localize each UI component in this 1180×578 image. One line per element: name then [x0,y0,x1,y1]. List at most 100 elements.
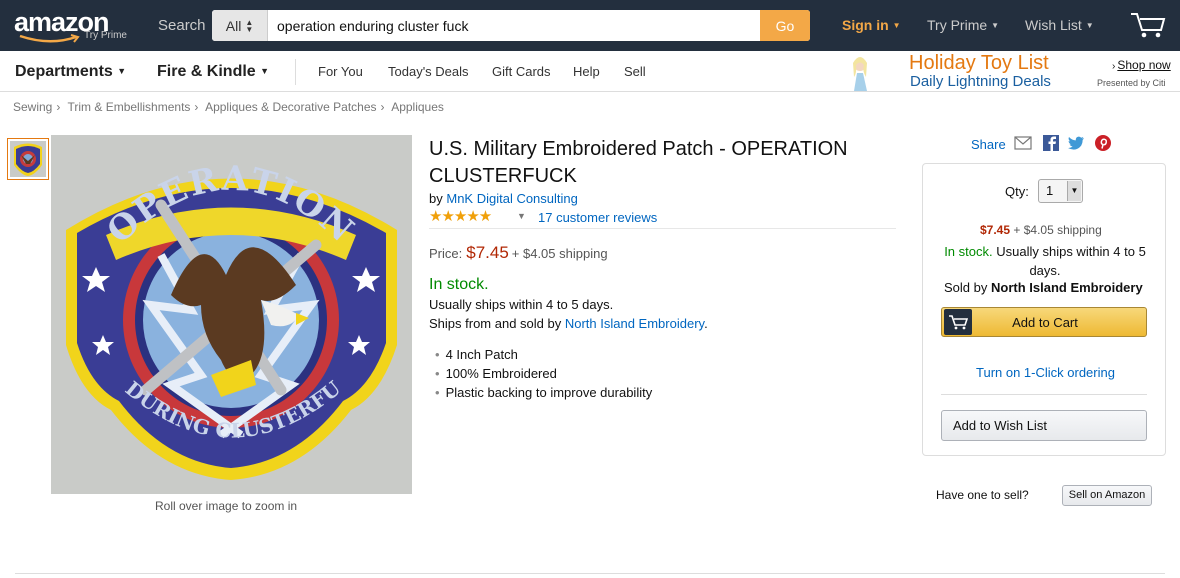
ships-from: Ships from and sold by North Island Embr… [429,316,708,331]
breadcrumb-item[interactable]: Appliques & Decorative Patches [205,100,376,114]
patch-illustration: OPERATION ENDURING CLUSTERFUCK [42,116,412,494]
ships-from-suffix: . [704,316,708,331]
chevron-down-icon: ▼ [260,66,270,76]
zoom-hint: Roll over image to zoom in [155,499,298,513]
breadcrumb-item[interactable]: Trim & Embellishments [67,100,190,114]
departments-label: Departments [15,63,113,80]
separator-icon: › [380,100,385,114]
sold-by-label: Sold by [944,280,988,295]
feature-bullet: 100% Embroidered [435,364,652,383]
twitter-icon[interactable] [1067,135,1085,151]
buybox-availability: In stock. Usually ships within 4 to 5 da… [935,242,1155,280]
amazon-logo[interactable]: amazon Try Prime [14,7,134,45]
ships-from-prefix: Ships from and sold by [429,316,562,331]
share-label: Share [971,137,1006,152]
top-nav-bar: amazon Try Prime Search All ▲▼ Go Sign i… [0,0,1180,51]
search-input[interactable] [270,10,760,41]
add-to-cart-label: Add to Cart [1012,314,1078,330]
departments-menu[interactable]: Departments ▼ [15,63,126,81]
cart-icon[interactable] [1129,10,1167,40]
brand-line: by MnK Digital Consulting [429,191,578,206]
divider [15,573,1165,574]
chevron-down-icon[interactable]: ▼ [517,211,526,221]
shop-now-link[interactable]: › Shop now [1112,58,1171,72]
doll-image[interactable] [840,51,880,91]
buybox-ships-text: Usually ships within 4 to 5 days. [996,244,1146,278]
promo-subtitle[interactable]: Daily Lightning Deals [910,73,1051,90]
sell-on-amazon-button[interactable]: Sell on Amazon [1062,485,1152,506]
have-one-to-sell: Have one to sell? [936,488,1029,502]
customer-reviews-link[interactable]: 17 customer reviews [538,210,657,225]
nav-link-sell[interactable]: Sell [624,64,646,79]
facebook-icon[interactable] [1042,135,1060,151]
breadcrumb: Sewing › Trim & Embellishments › Appliques… [13,100,444,114]
search-go-button[interactable]: Go [760,10,810,41]
product-title: U.S. Military Embroidered Patch - OPERAT… [429,138,848,187]
promo-sponsor: Presented by Citi [1097,78,1166,88]
sold-by: Sold by North Island Embroidery [944,280,1143,295]
divider [429,228,896,229]
chevron-down-icon: ▼ [117,66,127,76]
sign-in-link[interactable]: Sign in ▼ [842,17,901,33]
availability-status: In stock. [429,276,489,293]
product-image[interactable]: OPERATION ENDURING CLUSTERFUCK [42,116,412,494]
price-label: Price: [429,246,463,261]
try-prime-sub: Try Prime [84,30,127,41]
search-category-select[interactable]: All ▲ ▼ [212,10,268,41]
seller-link[interactable]: North Island Embroidery [565,316,704,331]
secondary-nav: Departments ▼ Fire & Kindle ▼ For You To… [0,51,1180,92]
buybox-price-value: $7.45 [980,223,1011,237]
nav-link-for-you[interactable]: For You [318,64,363,79]
separator-icon: › [56,100,61,114]
nav-link-todays-deals[interactable]: Today's Deals [388,64,469,79]
price-row: Price: $7.45 + $4.05 shipping [429,243,608,263]
promo-title[interactable]: Holiday Toy List [909,52,1049,75]
pinterest-icon[interactable] [1094,135,1112,151]
sold-by-seller[interactable]: North Island Embroidery [991,280,1143,295]
search-bar: All ▲▼ Go [212,10,810,41]
add-to-wish-list-button[interactable]: Add to Wish List [941,410,1147,441]
one-click-link[interactable]: Turn on 1-Click ordering [976,365,1115,380]
try-prime-link[interactable]: Try Prime ▼ [927,17,999,33]
by-label: by [429,191,443,206]
chevron-down-icon: ▼ [892,21,901,30]
quantity-select[interactable]: 1 ▼ [1038,179,1083,203]
add-to-cart-button[interactable]: Add to Cart [941,307,1147,337]
buybox-shipping: + $4.05 shipping [1013,223,1102,237]
price-value: $7.45 [466,243,509,262]
search-category-value: All [225,17,242,34]
chevron-right-icon: › [1112,61,1116,72]
image-thumbnail[interactable] [7,138,49,180]
breadcrumb-item[interactable]: Sewing [13,100,52,114]
cart-icon [944,309,972,335]
fire-kindle-menu[interactable]: Fire & Kindle ▼ [157,63,269,81]
nav-link-gift-cards[interactable]: Gift Cards [492,64,551,79]
updown-icon: ▲ ▼ [245,17,254,34]
divider [941,394,1147,395]
separator-icon: › [194,100,199,114]
chevron-down-icon: ▼ [1085,21,1094,30]
email-icon[interactable] [1014,135,1032,151]
brand-link[interactable]: MnK Digital Consulting [446,191,578,206]
wish-list-label: Wish List [1025,17,1082,33]
nav-link-help[interactable]: Help [573,64,600,79]
breadcrumb-item[interactable]: Appliques [391,100,444,114]
sign-in-label: Sign in [842,17,889,33]
patch-thumbnail [10,141,46,177]
chevron-down-icon: ▼ [991,21,1000,30]
buybox-price: $7.45 + $4.05 shipping [980,223,1102,237]
feature-bullets: 4 Inch Patch 100% Embroidered Plastic ba… [435,345,653,402]
chevron-down-icon: ▼ [1067,181,1081,201]
shop-now-label: Shop now [1117,58,1171,72]
smile-icon [19,34,80,43]
search-label: Search [158,17,206,34]
shipping-cost: + $4.05 shipping [511,246,608,261]
wish-list-link[interactable]: Wish List ▼ [1025,17,1094,33]
quantity-value: 1 [1046,183,1054,198]
feature-bullet: 4 Inch Patch [435,345,652,364]
star-rating[interactable]: ★★★★★ [429,207,492,225]
fire-kindle-label: Fire & Kindle [157,63,256,80]
try-prime-label: Try Prime [927,17,988,33]
buybox-in-stock: In stock. [944,244,993,259]
divider [295,59,296,85]
